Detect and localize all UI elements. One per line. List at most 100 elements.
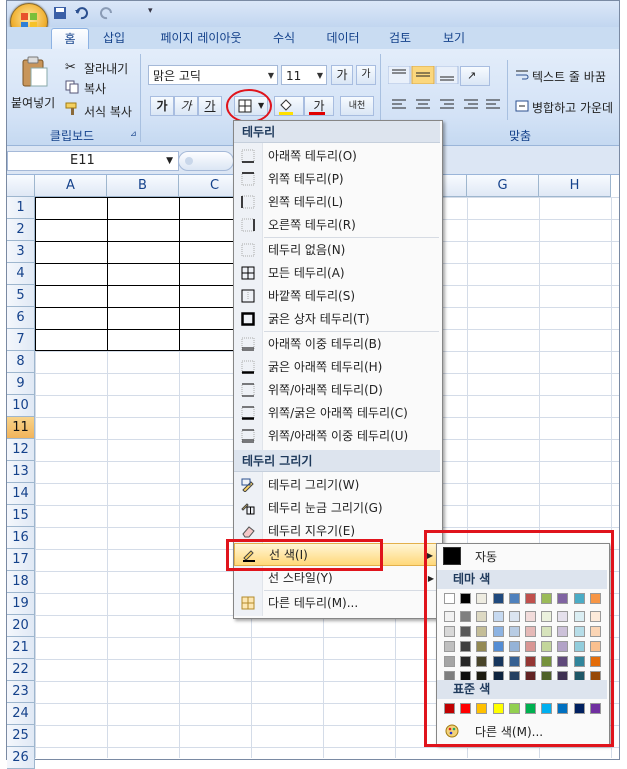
border-item-top-label: 위쪽 테두리(P) (268, 172, 344, 186)
row-header[interactable]: 2 (7, 219, 35, 241)
thick-border-icon (241, 312, 255, 326)
border-item-bottom[interactable]: 아래쪽 테두리(O) (234, 145, 440, 168)
row-header[interactable]: 15 (7, 505, 35, 527)
border-item-none[interactable]: 테두리 없음(N) (234, 239, 440, 262)
wrap-text-button[interactable]: 텍스트 줄 바꿈 (532, 68, 606, 85)
format-painter-button[interactable]: 서식 복사 (84, 103, 132, 120)
name-box[interactable]: E11 ▼ (7, 151, 179, 171)
phonetic-glyph: 내천 (348, 101, 366, 111)
font-size-combo[interactable]: 11 ▼ (281, 65, 327, 85)
underline-glyph: 가 (204, 99, 216, 113)
underline-button[interactable]: 가 (198, 96, 222, 116)
topbot-border-icon (241, 383, 255, 397)
grow-font-button[interactable]: 가 (331, 65, 353, 85)
row-header[interactable]: 25 (7, 725, 35, 747)
border-item-tbottom-label: 굵은 아래쪽 테두리(H) (268, 360, 383, 374)
paste-label: 붙여넣기 (11, 96, 56, 110)
resizer-dot (185, 157, 193, 165)
fill-color-button[interactable] (274, 96, 304, 116)
row-header[interactable]: 8 (7, 351, 35, 373)
paste-icon (22, 56, 48, 87)
border-item-dbottom-label: 아래쪽 이중 테두리(B) (268, 337, 382, 351)
undo-icon[interactable] (74, 6, 88, 20)
border-item-topthick[interactable]: 위쪽/굵은 아래쪽 테두리(C) (234, 402, 440, 425)
topthick-border-icon (241, 406, 255, 420)
row-header[interactable]: 10 (7, 395, 35, 417)
border-item-topthick-label: 위쪽/굵은 아래쪽 테두리(C) (268, 406, 408, 420)
row-header[interactable]: 1 (7, 197, 35, 219)
row-header[interactable]: 13 (7, 461, 35, 483)
bold-button[interactable]: 가 (150, 96, 174, 116)
row-header[interactable]: 14 (7, 483, 35, 505)
horizontal-align-icons[interactable] (388, 96, 506, 114)
row-header[interactable]: 16 (7, 527, 35, 549)
row-header[interactable]: 3 (7, 241, 35, 263)
row-header[interactable]: 21 (7, 637, 35, 659)
tab-formulas[interactable]: 수식 (262, 28, 306, 49)
border-item-topdbl-label: 위쪽/아래쪽 이중 테두리(U) (268, 429, 409, 443)
row-header[interactable]: 22 (7, 659, 35, 681)
tab-review[interactable]: 검토 (378, 28, 422, 49)
italic-button[interactable]: 가 (174, 96, 198, 116)
border-item-outside[interactable]: 바깥쪽 테두리(S) (234, 285, 440, 308)
tab-insert[interactable]: 삽입 (92, 28, 136, 49)
qat-customize-icon[interactable]: ▾ (148, 6, 153, 16)
font-color-button[interactable]: 가 (304, 96, 334, 116)
copy-button[interactable]: 복사 (84, 80, 106, 97)
row-header[interactable]: 18 (7, 571, 35, 593)
row-header[interactable]: 11 (7, 417, 35, 439)
column-header-g[interactable]: G (467, 175, 539, 197)
column-header-b[interactable]: B (107, 175, 179, 197)
border-item-thick[interactable]: 굵은 상자 테두리(T) (234, 308, 440, 331)
row-header[interactable]: 20 (7, 615, 35, 637)
border-item-all[interactable]: 모든 테두리(A) (234, 262, 440, 285)
cut-button[interactable]: 잘라내기 (84, 60, 128, 77)
font-name-combo[interactable]: 맑은 고딕 ▼ (148, 65, 278, 85)
border-item-tbottom[interactable]: 굵은 아래쪽 테두리(H) (234, 356, 440, 379)
border-item-topbot[interactable]: 위쪽/아래쪽 테두리(D) (234, 379, 440, 402)
column-header-h[interactable]: H (539, 175, 611, 197)
row-header[interactable]: 9 (7, 373, 35, 395)
phonetic-button[interactable]: 내천 (340, 96, 374, 116)
row-header[interactable]: 12 (7, 439, 35, 461)
tab-home[interactable]: 홈 (51, 28, 89, 50)
row-header[interactable]: 5 (7, 285, 35, 307)
paste-button[interactable]: 붙여넣기 (11, 56, 57, 116)
border-item-topdbl[interactable]: 위쪽/아래쪽 이중 테두리(U) (234, 425, 440, 448)
row-header[interactable]: 7 (7, 329, 35, 351)
title-bar (7, 1, 619, 27)
row-header[interactable]: 17 (7, 549, 35, 571)
tab-page-layout[interactable]: 페이지 레이아웃 (146, 28, 256, 49)
cut-icon: ✂ (65, 60, 76, 75)
fill-bucket-icon (279, 99, 293, 115)
border-item-right[interactable]: 오른쪽 테두리(R) (234, 214, 440, 237)
row-header[interactable]: 6 (7, 307, 35, 329)
clipboard-launcher-icon[interactable]: ⊿ (130, 129, 137, 138)
chevron-down-icon: ▼ (267, 71, 274, 80)
dbottom-border-icon (241, 337, 255, 351)
more-borders-item[interactable]: 다른 테두리(M)... (234, 592, 440, 615)
row-header[interactable]: 24 (7, 703, 35, 725)
draw-item-pengrid[interactable]: 테두리 눈금 그리기(G) (234, 497, 440, 520)
merge-center-button[interactable]: 병합하고 가운데 (532, 99, 613, 116)
save-icon[interactable] (53, 6, 67, 20)
row-header[interactable]: 4 (7, 263, 35, 285)
border-item-top[interactable]: 위쪽 테두리(P) (234, 168, 440, 191)
top-border-icon (241, 172, 255, 186)
tab-view[interactable]: 보기 (432, 28, 476, 49)
border-item-left[interactable]: 왼쪽 테두리(L) (234, 191, 440, 214)
tab-data[interactable]: 데이터 (314, 28, 372, 49)
font-color-bar (309, 112, 325, 115)
row-header[interactable]: 19 (7, 593, 35, 615)
menu-separator (264, 237, 439, 238)
column-header-a[interactable]: A (35, 175, 107, 197)
select-all-corner[interactable] (7, 175, 35, 197)
orientation-button[interactable]: ↗ (460, 66, 490, 86)
redo-icon[interactable] (100, 6, 114, 20)
name-box-resizer[interactable] (178, 151, 234, 171)
draw-item-pen[interactable]: 테두리 그리기(W) (234, 474, 440, 497)
highlight-box-color-submenu (424, 530, 614, 747)
row-header[interactable]: 23 (7, 681, 35, 703)
shrink-font-button[interactable]: 가 (356, 65, 376, 85)
border-item-dbottom[interactable]: 아래쪽 이중 테두리(B) (234, 333, 440, 356)
